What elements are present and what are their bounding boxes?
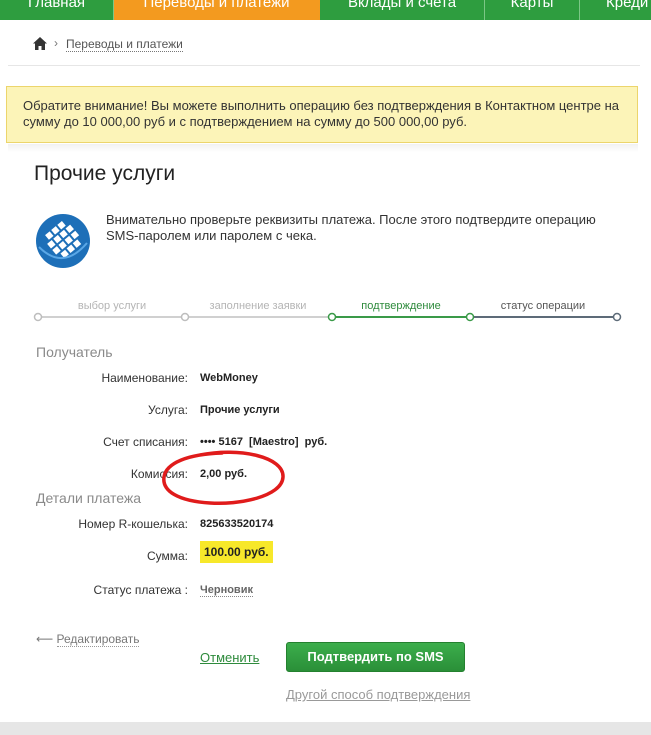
- status-value-wrapper: Черновик: [200, 584, 253, 597]
- status-label: Статус платежа :: [93, 583, 188, 597]
- sum-value: 100.00 руб.: [200, 541, 273, 563]
- back-arrow-icon: ⟵: [36, 632, 54, 646]
- breadcrumb-link-transfers[interactable]: Переводы и платежи: [66, 37, 183, 52]
- step-dot-1: [33, 312, 43, 322]
- step-track: [33, 312, 622, 322]
- wallet-value: 825633520174: [200, 518, 274, 530]
- edit-link[interactable]: ⟵ Редактировать: [36, 632, 140, 647]
- notice-banner: Обратите внимание! Вы можете выполнить о…: [6, 86, 638, 143]
- intro-text: Внимательно проверьте реквизиты платежа.…: [106, 212, 596, 243]
- name-label: Наименование:: [101, 371, 188, 385]
- step-progress: выбор услуги заполнение заявки подтвержд…: [30, 296, 626, 326]
- alternative-confirmation-link[interactable]: Другой способ подтверждения: [286, 687, 470, 702]
- sum-label: Сумма:: [146, 549, 188, 563]
- name-value: WebMoney: [200, 372, 258, 384]
- tab-cards[interactable]: Карты: [485, 0, 580, 20]
- webmoney-logo-icon: [36, 214, 90, 268]
- breadcrumb-separator: ›: [54, 36, 58, 50]
- step-dot-3: [327, 312, 337, 322]
- section-title-recipient: Получатель: [36, 344, 113, 360]
- tab-main[interactable]: Главная: [0, 0, 114, 20]
- notice-shadow: [8, 144, 638, 152]
- divider: [8, 65, 640, 66]
- tab-deposits-accounts[interactable]: Вклады и счета: [320, 0, 485, 20]
- page-title: Прочие услуги: [34, 162, 176, 185]
- step-dot-4: [465, 312, 475, 322]
- service-value: Прочие услуги: [200, 404, 280, 416]
- step-dot-5: [612, 312, 622, 322]
- step-dot-2: [180, 312, 190, 322]
- annotation-circle: [162, 450, 285, 506]
- notice-text: Обратите внимание! Вы можете выполнить о…: [23, 98, 620, 129]
- wallet-label: Номер R-кошелька:: [78, 517, 188, 531]
- sum-value-wrapper: 100.00 руб.: [200, 541, 273, 563]
- tab-credits[interactable]: Кредиты: [580, 0, 651, 20]
- account-value: •••• 5167 [Maestro] руб.: [200, 436, 328, 448]
- account-label: Счет списания:: [103, 435, 188, 449]
- cancel-link[interactable]: Отменить: [200, 650, 259, 665]
- footer-bar: [0, 722, 651, 735]
- confirm-sms-button[interactable]: Подтвердить по SMS: [286, 642, 465, 672]
- tab-transfers-payments[interactable]: Переводы и платежи: [114, 0, 320, 20]
- top-nav: Главная Переводы и платежи Вклады и счет…: [0, 0, 651, 20]
- edit-link-label: Редактировать: [56, 632, 140, 647]
- section-title-details: Детали платежа: [36, 490, 141, 506]
- service-label: Услуга:: [148, 403, 188, 417]
- status-value[interactable]: Черновик: [200, 584, 253, 597]
- home-icon[interactable]: [33, 37, 47, 50]
